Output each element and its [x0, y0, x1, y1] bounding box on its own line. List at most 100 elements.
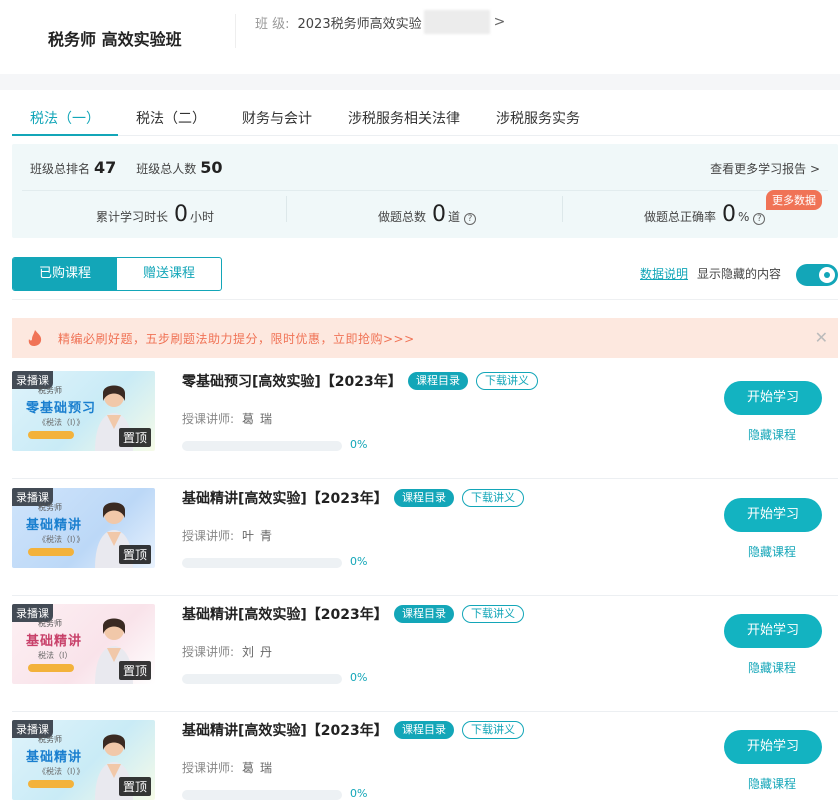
pinned-tag: 置顶 — [118, 428, 151, 447]
study-time-stat: 累计学习时长 0 小时 — [96, 202, 214, 227]
stats-panel: 班级总排名 47 班级总人数 50 查看更多学习报告 > 累计学习时长 0 小时… — [12, 144, 838, 238]
course-item: 录播课 税务师 基础精讲 税法（Ⅰ） 置顶 基础精讲[高效实验]【2023年】 … — [12, 596, 838, 712]
study-time-value: 0 — [174, 202, 189, 227]
rank-label: 班级总排名 — [30, 162, 91, 176]
toggle-knob — [819, 267, 835, 283]
progress-bar — [182, 441, 342, 451]
start-learning-button[interactable]: 开始学习 — [724, 730, 822, 764]
start-learning-button[interactable]: 开始学习 — [724, 614, 822, 648]
course-title[interactable]: 基础精讲[高效实验]【2023年】 — [182, 720, 388, 740]
progress-percent: 0% — [350, 787, 368, 800]
thumb-title: 基础精讲 — [26, 634, 83, 649]
thumb-bar — [28, 780, 74, 788]
tab-finance-accounting[interactable]: 财务与会计 — [224, 100, 330, 135]
hide-course-link[interactable]: 隐藏课程 — [748, 775, 796, 792]
catalog-button[interactable]: 课程目录 — [408, 372, 468, 390]
brand-title: 税务师 高效实验班 — [48, 30, 182, 49]
thumb-title: 基础精讲 — [26, 518, 83, 533]
thumb-title: 零基础预习 — [26, 401, 97, 416]
catalog-button[interactable]: 课程目录 — [394, 489, 454, 507]
course-thumbnail[interactable]: 录播课 税务师 零基础预习 《税法（Ⅰ）》 置顶 — [12, 371, 155, 451]
download-notes-button[interactable]: 下载讲义 — [462, 489, 524, 507]
course-title[interactable]: 零基础预习[高效实验]【2023年】 — [182, 371, 402, 391]
subject-tabs: 税法（一） 税法（二） 财务与会计 涉税服务相关法律 涉税服务实务 — [12, 100, 840, 136]
catalog-button[interactable]: 课程目录 — [394, 721, 454, 739]
thumb-tag: 《税法（Ⅰ）》 — [38, 418, 85, 427]
chevron-right-icon[interactable]: > — [494, 14, 506, 30]
teacher-name: 葛瑞 — [242, 412, 279, 426]
course-thumbnail[interactable]: 录播课 税务师 基础精讲 《税法（Ⅰ）》 置顶 — [12, 720, 155, 800]
course-item: 录播课 税务师 基础精讲 《税法（Ⅰ）》 置顶 基础精讲[高效实验]【2023年… — [12, 480, 838, 596]
questions-label: 做题总数 — [378, 210, 427, 224]
download-notes-button[interactable]: 下载讲义 — [462, 721, 524, 739]
question-mark-icon[interactable]: ? — [753, 213, 766, 225]
page-header: 税务师 高效实验班 班 级: 2023税务师高效实验 > — [0, 0, 840, 74]
questions-value: 0 — [432, 202, 447, 227]
more-report-link[interactable]: 查看更多学习报告 > — [710, 160, 820, 177]
questions-stat: 做题总数 0 道 ? — [378, 202, 477, 227]
accuracy-unit: % — [738, 210, 750, 224]
header-band — [0, 74, 840, 90]
stats-divider — [22, 190, 828, 191]
progress-percent: 0% — [350, 671, 368, 684]
tab-tax-law-1[interactable]: 税法（一） — [12, 100, 118, 136]
course-title[interactable]: 基础精讲[高效实验]【2023年】 — [182, 604, 388, 624]
question-mark-icon[interactable]: ? — [464, 213, 477, 225]
show-hidden-toggle[interactable] — [796, 264, 838, 286]
start-learning-button[interactable]: 开始学习 — [724, 498, 822, 532]
redacted-area — [423, 10, 490, 34]
more-data-badge[interactable]: 更多数据 — [766, 190, 822, 210]
class-value: 2023税务师高效实验 — [297, 16, 422, 32]
teacher-label: 授课讲师: — [182, 761, 235, 775]
close-icon[interactable]: ✕ — [815, 328, 828, 347]
thumb-subtitle: 税务师 — [38, 619, 62, 628]
promo-banner[interactable]: 精编必刷好题，五步刷题法助力提分，限时优惠，立即抢购>>> ✕ — [12, 318, 838, 358]
purchased-courses-tab[interactable]: 已购课程 — [13, 258, 117, 290]
course-title[interactable]: 基础精讲[高效实验]【2023年】 — [182, 488, 388, 508]
study-time-unit: 小时 — [190, 210, 215, 224]
thumb-bar — [28, 548, 74, 556]
class-selector[interactable]: 班 级: 2023税务师高效实验 > — [255, 10, 505, 34]
course-thumbnail[interactable]: 录播课 税务师 基础精讲 《税法（Ⅰ）》 置顶 — [12, 488, 155, 568]
stat-separator — [286, 196, 287, 222]
teacher-label: 授课讲师: — [182, 645, 235, 659]
thumb-subtitle: 税务师 — [38, 386, 62, 395]
teacher-line: 授课讲师: 刘丹 — [182, 643, 278, 660]
promo-text[interactable]: 精编必刷好题，五步刷题法助力提分，限时优惠，立即抢购>>> — [58, 330, 415, 347]
hide-course-link[interactable]: 隐藏课程 — [748, 543, 796, 560]
pinned-tag: 置顶 — [118, 777, 151, 796]
teacher-line: 授课讲师: 葛瑞 — [182, 410, 278, 427]
teacher-name: 叶青 — [242, 529, 279, 543]
teacher-label: 授课讲师: — [182, 529, 235, 543]
accuracy-stat: 做题总正确率 0 % ? — [644, 202, 766, 227]
data-explain-link[interactable]: 数据说明 — [640, 265, 688, 282]
teacher-line: 授课讲师: 叶青 — [182, 527, 278, 544]
catalog-button[interactable]: 课程目录 — [394, 605, 454, 623]
tab-tax-service-practice[interactable]: 涉税服务实务 — [478, 100, 598, 135]
tab-tax-related-law[interactable]: 涉税服务相关法律 — [330, 100, 478, 135]
class-label: 班 级: — [255, 16, 290, 32]
hide-course-link[interactable]: 隐藏课程 — [748, 659, 796, 676]
teacher-line: 授课讲师: 葛瑞 — [182, 759, 278, 776]
tab-tax-law-2[interactable]: 税法（二） — [118, 100, 224, 135]
gifted-courses-tab[interactable]: 赠送课程 — [117, 258, 221, 290]
rank-value: 47 — [94, 158, 117, 177]
fire-icon — [28, 330, 42, 346]
class-rank: 班级总排名 47 班级总人数 50 — [30, 158, 243, 177]
progress-percent: 0% — [350, 555, 368, 568]
total-value: 50 — [200, 158, 223, 177]
start-learning-button[interactable]: 开始学习 — [724, 381, 822, 415]
thumb-tag: 税法（Ⅰ） — [38, 651, 73, 660]
course-thumbnail[interactable]: 录播课 税务师 基础精讲 税法（Ⅰ） 置顶 — [12, 604, 155, 684]
thumb-tag: 《税法（Ⅰ）》 — [38, 535, 85, 544]
teacher-name: 刘丹 — [242, 645, 279, 659]
teacher-label: 授课讲师: — [182, 412, 235, 426]
pinned-tag: 置顶 — [118, 661, 151, 680]
download-notes-button[interactable]: 下载讲义 — [476, 372, 538, 390]
study-time-label: 累计学习时长 — [96, 210, 169, 224]
thumb-bar — [28, 664, 74, 672]
show-hidden-label: 显示隐藏的内容 — [697, 267, 782, 281]
download-notes-button[interactable]: 下载讲义 — [462, 605, 524, 623]
pinned-tag: 置顶 — [118, 545, 151, 564]
hide-course-link[interactable]: 隐藏课程 — [748, 426, 796, 443]
